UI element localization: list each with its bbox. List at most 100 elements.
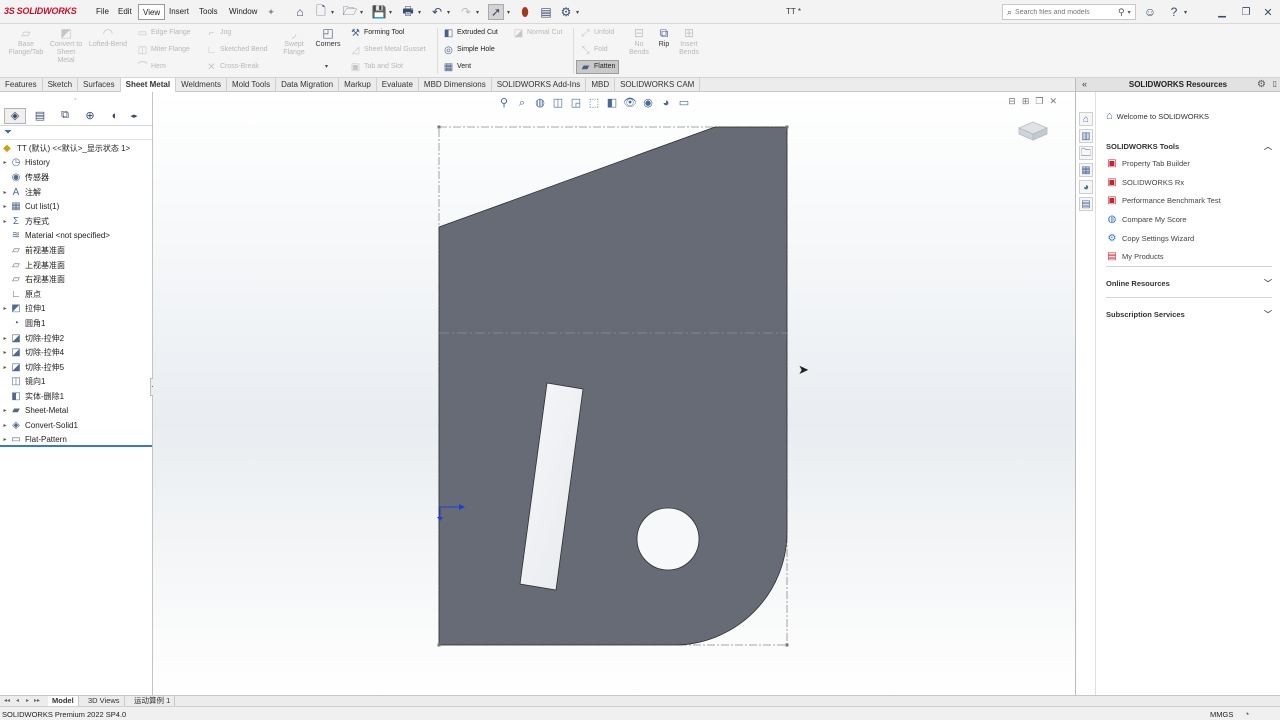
- tabs-scroll-arrows-icon[interactable]: ◂▸: [129, 108, 139, 124]
- tree-node[interactable]: ▸ ◈ Convert-Solid1: [0, 418, 152, 433]
- graphics-area[interactable]: ⚲ ⌕ ◍ ◫ ◲ ⬚ ◧ 👁 ◉ ◕ ▭ ⊟ ⊞ ❐ ✕ ➤: [153, 92, 1075, 695]
- tree-node[interactable]: ▱ 右视基准面: [0, 272, 152, 287]
- search-input[interactable]: [1015, 8, 1116, 16]
- options-dropdown-icon[interactable]: ▾: [576, 9, 579, 16]
- resources-home-icon[interactable]: ⌂: [1079, 112, 1093, 126]
- sheet-metal-gusset-button[interactable]: ◿ Sheet Metal Gusset: [350, 43, 426, 57]
- undo-dropdown-icon[interactable]: ▾: [447, 9, 450, 16]
- menu-window[interactable]: Window: [225, 4, 261, 20]
- print-icon[interactable]: 🖶: [400, 4, 416, 20]
- custom-properties-icon[interactable]: ▤: [1079, 197, 1093, 211]
- new-document-icon[interactable]: 🗋: [313, 4, 329, 20]
- expand-arrow-icon[interactable]: ▸: [0, 335, 10, 342]
- restore-icon[interactable]: ❐: [1238, 4, 1254, 20]
- help-dropdown-icon[interactable]: ▾: [1184, 9, 1187, 16]
- tab-data-migration[interactable]: Data Migration: [276, 78, 340, 92]
- tree-node[interactable]: ▸ ◪ 切除-拉伸2: [0, 331, 152, 346]
- tab-solidworks-cam[interactable]: SOLIDWORKS CAM: [615, 78, 701, 92]
- lofted-bend-button[interactable]: ◠ Lofted-Bend: [86, 26, 130, 49]
- tab-mold-tools[interactable]: Mold Tools: [227, 78, 277, 92]
- tree-node[interactable]: ▸ ◪ 切除-拉伸5: [0, 360, 152, 375]
- my-products-link[interactable]: ▤ My Products: [1106, 247, 1272, 266]
- save-icon[interactable]: 💾: [371, 4, 387, 20]
- open-folder-icon[interactable]: 🗁: [342, 4, 358, 20]
- edge-flange-button[interactable]: ▭ Edge Flange: [137, 26, 191, 40]
- base-flange-button[interactable]: ▱ Base Flange/Tab: [6, 26, 46, 57]
- performance-benchmark-link[interactable]: ▣ Performance Benchmark Test: [1106, 191, 1272, 210]
- jog-button[interactable]: ⌐ Jog: [206, 26, 232, 40]
- tree-node[interactable]: ∟ 原点: [0, 287, 152, 302]
- insert-bends-button[interactable]: ⊞ Insert Bends: [676, 26, 702, 57]
- expand-arrow-icon[interactable]: ▸: [0, 364, 10, 371]
- tab-solidworks-add-ins[interactable]: SOLIDWORKS Add-Ins: [492, 78, 587, 92]
- print-dropdown-icon[interactable]: ▾: [418, 9, 421, 16]
- tab-features[interactable]: Features: [0, 78, 43, 92]
- view-palette-icon[interactable]: ▦: [1079, 163, 1093, 177]
- expand-arrow-icon[interactable]: ▸: [0, 305, 10, 312]
- simple-hole-button[interactable]: ◎ Simple Hole: [443, 43, 495, 57]
- tree-node[interactable]: ◫ 镜向1: [0, 375, 152, 390]
- tab-surfaces[interactable]: Surfaces: [78, 78, 121, 92]
- redo-dropdown-icon[interactable]: ▾: [476, 9, 479, 16]
- feature-manager-tab-icon[interactable]: ◈: [4, 107, 26, 124]
- expand-arrow-icon[interactable]: ▸: [0, 203, 10, 210]
- convert-to-sheet-metal-button[interactable]: ◩ Convert to Sheet Metal: [48, 26, 84, 65]
- expand-arrow-icon[interactable]: ▸: [0, 407, 10, 414]
- sheet-metal-body[interactable]: [438, 126, 788, 646]
- pin-icon[interactable]: ✦: [263, 4, 279, 20]
- file-explorer-icon[interactable]: 🗀: [1079, 146, 1093, 160]
- tree-root-part[interactable]: ◆ TT (默认) <<默认>_显示状态 1>: [0, 141, 152, 156]
- forming-tool-button[interactable]: ⚒ Forming Tool: [350, 26, 404, 40]
- design-library-icon[interactable]: ▥: [1079, 129, 1093, 143]
- tree-node[interactable]: ▸ ▰ Sheet-Metal: [0, 404, 152, 419]
- tab-sketch[interactable]: Sketch: [43, 78, 79, 92]
- menu-insert[interactable]: Insert: [165, 4, 193, 20]
- no-bends-button[interactable]: ⊟ No Bends: [624, 26, 654, 57]
- search-box[interactable]: ⌕ ⚲ ▾: [1002, 4, 1136, 20]
- appearances-icon[interactable]: ◕: [1079, 180, 1093, 194]
- online-resources-header[interactable]: Online Resources ﹀: [1106, 275, 1272, 291]
- normal-cut-button[interactable]: ◪ Normal Cut: [513, 26, 563, 40]
- subscription-services-header[interactable]: Subscription Services ﹀: [1106, 306, 1272, 322]
- fold-button[interactable]: ⤡ Fold: [580, 43, 608, 57]
- rip-button[interactable]: ⧉ Rip: [652, 26, 676, 49]
- tab-mbd[interactable]: MBD: [586, 78, 616, 92]
- vent-button[interactable]: ▦ Vent: [443, 60, 471, 74]
- select-dropdown-icon[interactable]: ▾: [507, 9, 510, 16]
- select-arrow-icon[interactable]: ➚: [488, 4, 504, 20]
- compare-my-score-link[interactable]: ◍ Compare My Score: [1106, 210, 1272, 229]
- menu-tools[interactable]: Tools: [195, 4, 222, 20]
- close-icon[interactable]: ✕: [1260, 4, 1276, 20]
- solidworks-rx-link[interactable]: ▣ SOLIDWORKS Rx: [1106, 173, 1272, 192]
- last-tab-arrow-icon[interactable]: ▸▸: [34, 696, 40, 706]
- next-tab-arrow-icon[interactable]: ▸: [26, 696, 29, 706]
- tab-motion-study[interactable]: 运动算例 1: [130, 696, 176, 706]
- tree-node[interactable]: ▱ 上视基准面: [0, 258, 152, 273]
- redo-icon[interactable]: ↷: [458, 4, 474, 20]
- tree-node[interactable]: ◉ 传感器: [0, 170, 152, 185]
- solidworks-tools-header[interactable]: SOLIDWORKS Tools ︿: [1106, 138, 1272, 154]
- tree-node[interactable]: ≋ Material <not specified>: [0, 229, 152, 244]
- tab-mbd-dimensions[interactable]: MBD Dimensions: [419, 78, 492, 92]
- tab-evaluate[interactable]: Evaluate: [377, 78, 419, 92]
- home-icon[interactable]: ⌂: [292, 4, 308, 20]
- dimxpert-manager-tab-icon[interactable]: ⊕: [79, 108, 101, 124]
- hem-button[interactable]: ⌒ Hem: [137, 60, 166, 74]
- tree-node[interactable]: ▸ ◩ 拉伸1: [0, 302, 152, 317]
- expand-arrow-icon[interactable]: ▸: [0, 189, 10, 196]
- tree-node[interactable]: ▸ A 注解: [0, 185, 152, 200]
- configuration-manager-tab-icon[interactable]: ⧉: [54, 108, 76, 124]
- tab-and-slot-button[interactable]: ▣ Tab and Slot: [350, 60, 403, 74]
- tree-node[interactable]: ▸ ▦ Cut list(1): [0, 199, 152, 214]
- expand-arrow-icon[interactable]: ▸: [0, 349, 10, 356]
- flatten-button[interactable]: ▰ Flatten: [576, 60, 620, 74]
- tree-node[interactable]: ◔ 圆角1: [0, 316, 152, 331]
- tab-markup[interactable]: Markup: [339, 78, 377, 92]
- extruded-cut-button[interactable]: ◧ Extruded Cut: [443, 26, 498, 40]
- customize-status-icon[interactable]: ◔: [1244, 709, 1249, 719]
- search-dropdown-icon[interactable]: ▾: [1128, 9, 1131, 16]
- welcome-link[interactable]: ⌂ Welcome to SOLIDWORKS: [1106, 110, 1280, 122]
- menu-edit[interactable]: Edit: [114, 4, 136, 20]
- expand-arrow-icon[interactable]: ▸: [0, 422, 10, 429]
- menu-view[interactable]: View: [138, 4, 166, 20]
